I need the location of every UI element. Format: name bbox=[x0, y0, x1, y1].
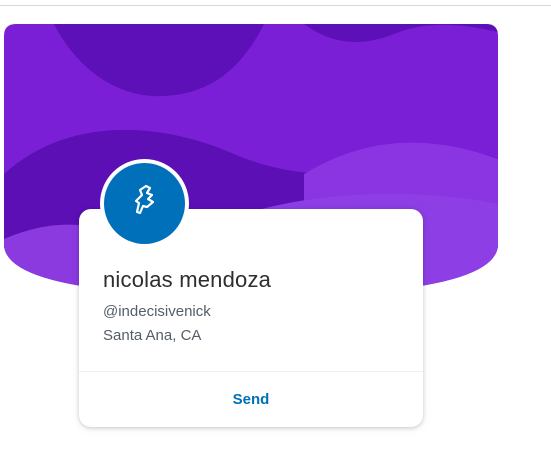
profile-handle: @indecisivenick bbox=[103, 303, 211, 320]
avatar bbox=[104, 163, 185, 244]
paypal-p-icon bbox=[128, 181, 162, 226]
profile-location: Santa Ana, CA bbox=[103, 327, 202, 344]
top-divider bbox=[0, 5, 551, 6]
profile-name: nicolas mendoza bbox=[103, 267, 272, 292]
send-button[interactable]: Send bbox=[79, 372, 423, 427]
avatar-ring bbox=[100, 159, 189, 248]
